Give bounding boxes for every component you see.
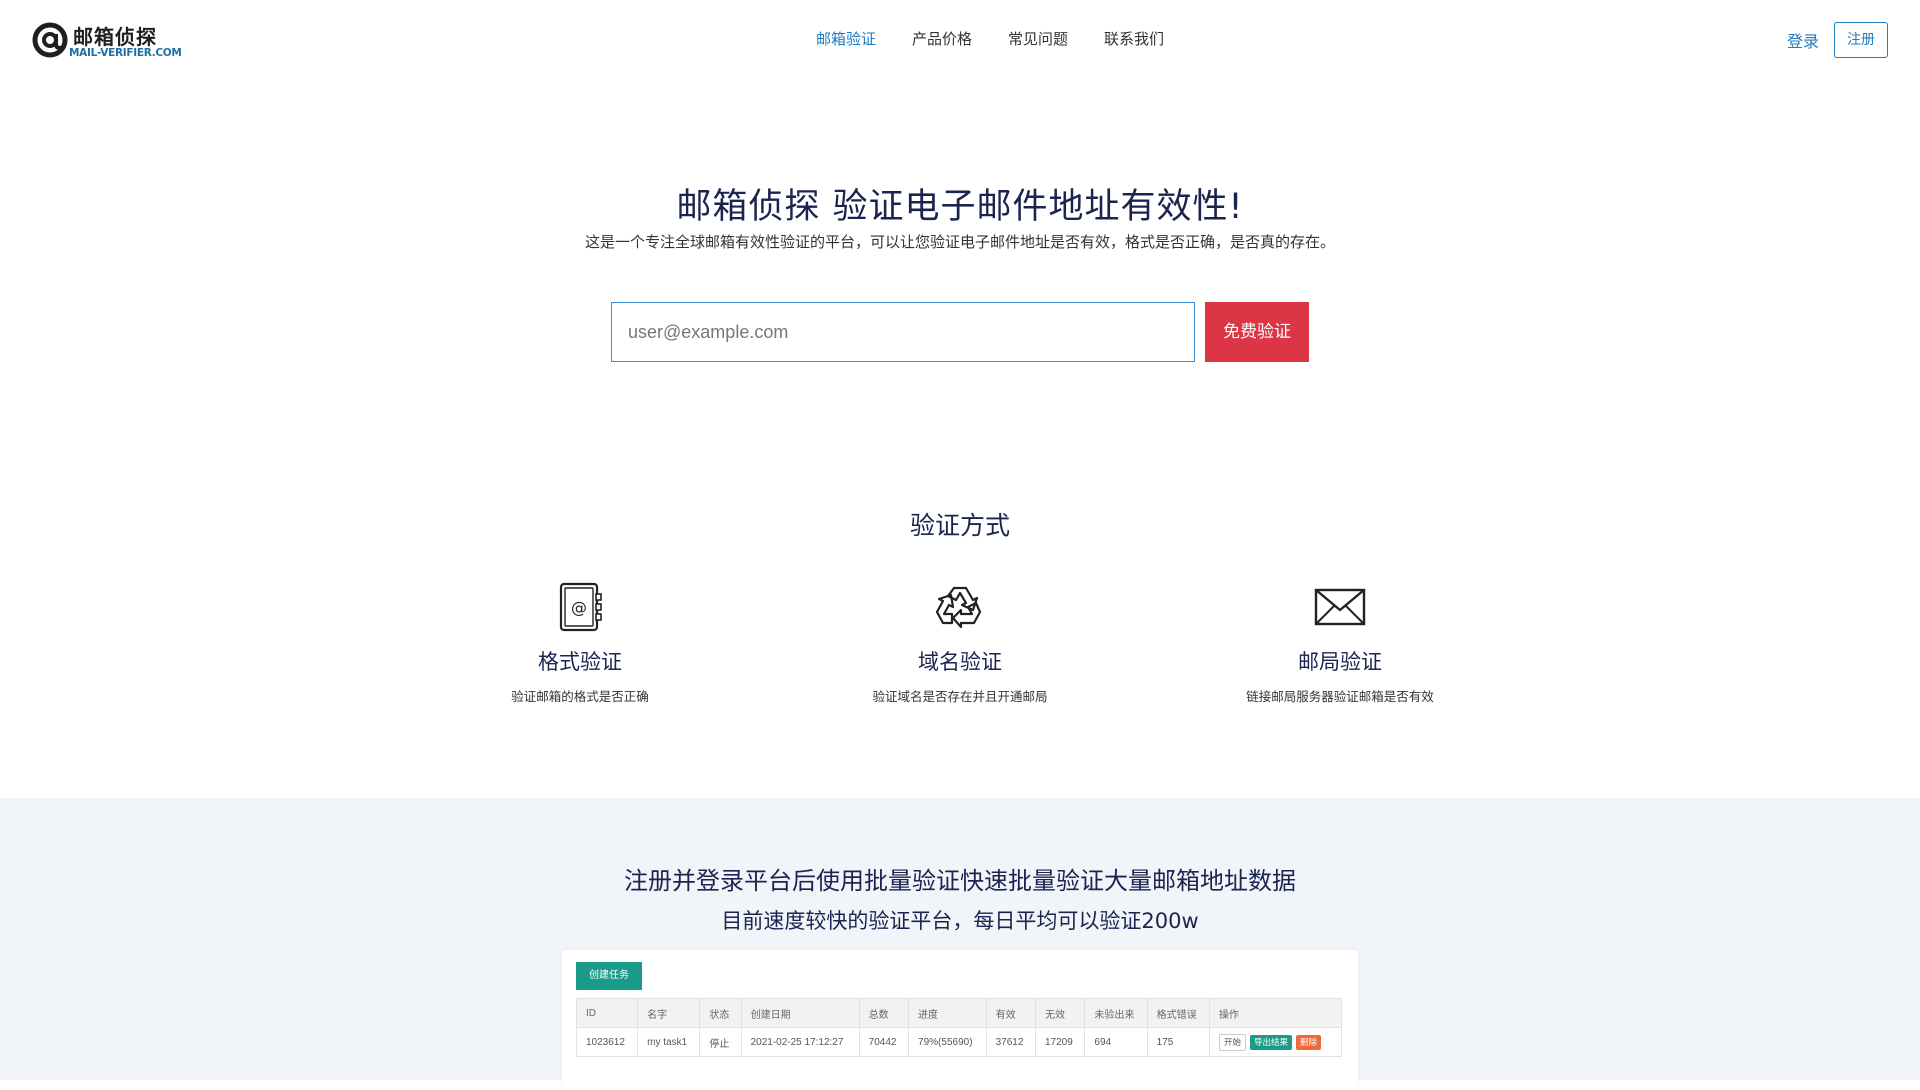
cell-name: my task1 bbox=[637, 1027, 701, 1057]
free-verify-button[interactable]: 免费验证 bbox=[1205, 302, 1309, 362]
table-row: 1023612 my task1 停止 2021-02-25 17:12:27 … bbox=[575, 1027, 1343, 1057]
method-domain-name: 域名验证 bbox=[918, 650, 1002, 674]
cell-total: 70442 bbox=[858, 1027, 910, 1057]
address-book-icon: @ bbox=[559, 582, 602, 632]
method-domain: 域名验证 验证域名是否存在并且开通邮局 bbox=[810, 580, 1110, 705]
cell-created: 2021-02-25 17:12:27 bbox=[740, 1027, 860, 1057]
cell-valid: 37612 bbox=[985, 1027, 1037, 1057]
cell-unverified: 694 bbox=[1084, 1027, 1148, 1057]
cell-status: 停止 bbox=[699, 1027, 742, 1057]
hero-subtitle: 这是一个专注全球邮箱有效性验证的平台，可以让您验证电子邮件地址是否有效，格式是否… bbox=[584, 233, 1335, 251]
nav-pricing[interactable]: 产品价格 bbox=[912, 28, 972, 49]
method-mailserver-desc: 链接邮局服务器验证邮箱是否有效 bbox=[1246, 689, 1434, 704]
cell-actions: 开始 导出结果 删除 bbox=[1208, 1027, 1343, 1057]
task-table: ID 名字 状态 创建日期 总数 进度 有效 无效 未验出来 格式错误 操作 1… bbox=[575, 998, 1343, 1057]
cell-id: 1023612 bbox=[575, 1027, 639, 1057]
col-total: 总数 bbox=[858, 998, 910, 1028]
method-mailserver-name: 邮局验证 bbox=[1298, 650, 1382, 674]
nav-faq[interactable]: 常见问题 bbox=[1008, 28, 1068, 49]
envelope-icon bbox=[1314, 588, 1366, 626]
method-format: @ 格式验证 验证邮箱的格式是否正确 bbox=[430, 580, 730, 705]
email-input[interactable] bbox=[611, 302, 1195, 362]
batch-title: 注册并登录平台后使用批量验证快速批量验证大量邮箱地址数据 bbox=[624, 867, 1296, 895]
recycle-icon bbox=[935, 586, 982, 629]
method-mailserver: 邮局验证 链接邮局服务器验证邮箱是否有效 bbox=[1190, 580, 1490, 705]
method-format-desc: 验证邮箱的格式是否正确 bbox=[511, 689, 649, 704]
col-unverified: 未验出来 bbox=[1084, 998, 1148, 1028]
col-status: 状态 bbox=[699, 998, 742, 1028]
main-nav: 邮箱验证 产品价格 常见问题 联系我们 bbox=[0, 28, 1920, 52]
batch-section: 注册并登录平台后使用批量验证快速批量验证大量邮箱地址数据 目前速度较快的验证平台… bbox=[0, 798, 1920, 1090]
export-results-button[interactable]: 导出结果 bbox=[1249, 1034, 1292, 1050]
create-task-button[interactable]: 创建任务 bbox=[576, 962, 642, 990]
col-created: 创建日期 bbox=[740, 998, 860, 1028]
col-progress: 进度 bbox=[908, 998, 987, 1028]
svg-text:@: @ bbox=[571, 598, 587, 617]
methods-title: 验证方式 bbox=[909, 511, 1010, 540]
col-invalid: 无效 bbox=[1034, 998, 1086, 1028]
nav-email-verify[interactable]: 邮箱验证 bbox=[816, 28, 876, 49]
table-header-row: ID 名字 状态 创建日期 总数 进度 有效 无效 未验出来 格式错误 操作 bbox=[575, 998, 1343, 1028]
hero-title: 邮箱侦探 验证电子邮件地址有效性! bbox=[676, 187, 1244, 227]
method-domain-desc: 验证域名是否存在并且开通邮局 bbox=[872, 689, 1048, 704]
cell-progress: 79%(55690) bbox=[908, 1027, 987, 1057]
method-format-name: 格式验证 bbox=[538, 650, 622, 674]
task-panel-screenshot: 创建任务 ID 名字 状态 创建日期 总数 进度 有效 无效 未验出来 格式错误… bbox=[562, 950, 1358, 1090]
nav-contact[interactable]: 联系我们 bbox=[1104, 28, 1164, 49]
login-link[interactable]: 登录 bbox=[1787, 28, 1819, 52]
register-button[interactable]: 注册 bbox=[1834, 22, 1888, 58]
col-valid: 有效 bbox=[985, 998, 1037, 1028]
header: 邮箱侦探 MAIL-VERIFIER.COM 邮箱验证 产品价格 常见问题 联系… bbox=[0, 0, 1920, 80]
batch-subtitle: 目前速度较快的验证平台，每日平均可以验证200w bbox=[721, 909, 1199, 933]
cell-format-error: 175 bbox=[1146, 1027, 1210, 1057]
col-format-error: 格式错误 bbox=[1146, 998, 1210, 1028]
col-name: 名字 bbox=[637, 998, 701, 1028]
col-id: ID bbox=[575, 998, 639, 1028]
delete-task-button[interactable]: 删除 bbox=[1295, 1034, 1321, 1050]
col-actions: 操作 bbox=[1208, 998, 1343, 1028]
start-task-button[interactable]: 开始 bbox=[1218, 1033, 1246, 1051]
cell-invalid: 17209 bbox=[1034, 1027, 1086, 1057]
